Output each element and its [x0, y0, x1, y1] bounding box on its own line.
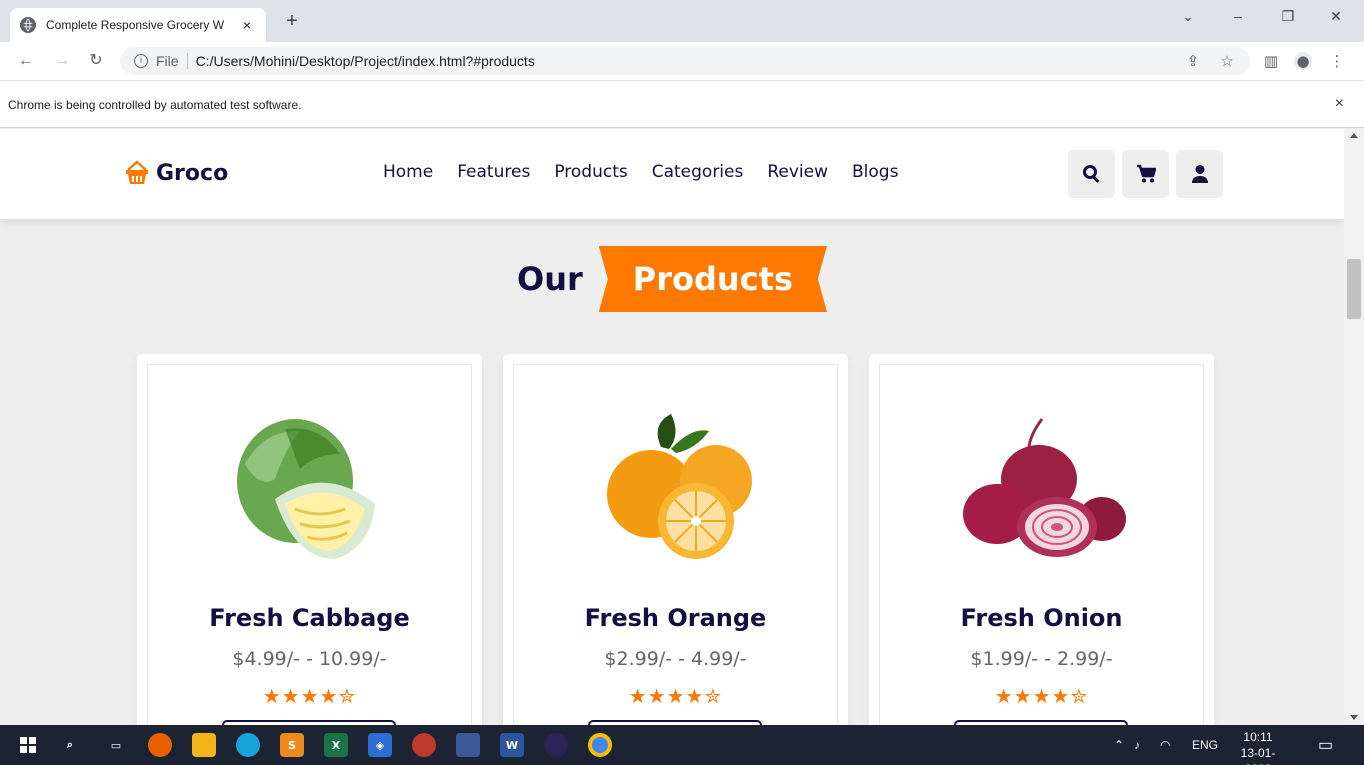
- nav-categories[interactable]: Categories: [652, 162, 744, 182]
- clock-time: 10:11: [1243, 730, 1273, 744]
- product-name: Fresh Onion: [960, 604, 1123, 632]
- tab-close-icon[interactable]: ×: [238, 17, 256, 33]
- product-card-orange: Fresh Orange $2.99/- - 4.99/- ★★★★✮: [503, 354, 848, 725]
- sublime-text-icon[interactable]: S: [280, 733, 304, 757]
- word-icon[interactable]: W: [500, 733, 524, 757]
- profile-icon[interactable]: ●: [1294, 52, 1312, 70]
- tray-overflow-icon[interactable]: ⌃: [1114, 738, 1124, 752]
- eclipse-icon[interactable]: [544, 733, 568, 757]
- search-button[interactable]: [1068, 150, 1115, 198]
- scroll-up-arrow-icon[interactable]: [1350, 133, 1358, 138]
- reload-icon[interactable]: ↻: [86, 51, 106, 71]
- omnibox-url[interactable]: C:/Users/Mohini/Desktop/Project/index.ht…: [196, 53, 535, 69]
- browser-toolbar: ← → ↻ i File C:/Users/Mohini/Desktop/Pro…: [0, 42, 1364, 80]
- task-view-icon[interactable]: ▭: [104, 733, 128, 757]
- tab-title: Complete Responsive Grocery W: [46, 18, 225, 32]
- nav-products[interactable]: Products: [554, 162, 627, 182]
- cart-button[interactable]: [1122, 150, 1169, 198]
- user-icon: [1191, 165, 1208, 183]
- menu-icon[interactable]: ⋮: [1328, 52, 1346, 70]
- page-scrollbar[interactable]: [1344, 129, 1364, 725]
- heading-badge: Products: [598, 246, 827, 312]
- firefox-icon[interactable]: [148, 733, 172, 757]
- automation-infobar: Chrome is being controlled by automated …: [0, 80, 1364, 128]
- product-price: $4.99/- - 10.99/-: [232, 648, 387, 670]
- app-red-icon[interactable]: [412, 733, 436, 757]
- product-name: Fresh Orange: [584, 604, 767, 632]
- onion-image: [962, 418, 1126, 557]
- browser-tab[interactable]: Complete Responsive Grocery W ×: [10, 8, 266, 42]
- product-card-onion: Fresh Onion $1.99/- - 2.99/- ★★★★✮: [869, 354, 1214, 725]
- orange-image: [606, 414, 752, 559]
- close-window-icon[interactable]: ✕: [1324, 8, 1348, 25]
- product-name: Fresh Cabbage: [209, 604, 410, 632]
- app-blue-icon[interactable]: [456, 733, 480, 757]
- cabbage-image: [236, 419, 375, 559]
- language-indicator[interactable]: ENG: [1192, 738, 1218, 752]
- nav-review[interactable]: Review: [767, 162, 828, 182]
- heading-badge-text: Products: [632, 260, 793, 298]
- notification-icon[interactable]: ▭: [1318, 735, 1333, 755]
- page-viewport: Groco Home Features Products Categories …: [0, 129, 1344, 725]
- search-icon: [1082, 165, 1099, 183]
- nav-features[interactable]: Features: [457, 162, 530, 182]
- section-heading: Our Products: [0, 246, 1344, 312]
- cart-icon: [1136, 164, 1156, 183]
- share-icon[interactable]: ⇪: [1184, 52, 1202, 70]
- nav-home[interactable]: Home: [383, 162, 433, 182]
- nav-blogs[interactable]: Blogs: [852, 162, 898, 182]
- site-header: Groco Home Features Products Categories …: [0, 129, 1344, 219]
- clock-date: 13-01-2023: [1240, 746, 1276, 765]
- user-button[interactable]: [1176, 150, 1223, 198]
- omnibox-divider: [186, 53, 188, 69]
- infobar-text: Chrome is being controlled by automated …: [8, 98, 302, 112]
- new-tab-button[interactable]: +: [280, 10, 304, 34]
- browser-tabstrip: Complete Responsive Grocery W × + ⌄ – ❐ …: [0, 0, 1364, 42]
- windows-taskbar: ⌕ ▭ S X ◈ W ⌃ ♪ ◠ ENG 10:11 13-01-2023 ▭: [0, 725, 1364, 765]
- excel-icon[interactable]: X: [324, 733, 348, 757]
- logo[interactable]: Groco: [124, 160, 228, 186]
- product-price: $2.99/- - 4.99/-: [604, 648, 747, 670]
- rating-stars: ★★★★✮: [994, 684, 1089, 708]
- wifi-icon[interactable]: ◠: [1160, 738, 1170, 752]
- logo-text: Groco: [156, 160, 229, 186]
- tab-search-icon[interactable]: ⌄: [1176, 8, 1200, 25]
- product-price: $1.99/- - 2.99/-: [970, 648, 1113, 670]
- omnibox-scheme: File: [156, 53, 179, 69]
- side-panel-icon[interactable]: ▥: [1262, 52, 1280, 70]
- file-explorer-icon[interactable]: [192, 733, 216, 757]
- globe-icon: [20, 17, 36, 33]
- restore-icon[interactable]: ❐: [1276, 8, 1300, 25]
- info-icon[interactable]: i: [134, 54, 148, 68]
- scroll-thumb[interactable]: [1347, 259, 1361, 319]
- minimize-icon[interactable]: –: [1226, 8, 1250, 24]
- header-icons: [1068, 150, 1230, 198]
- taskbar-clock[interactable]: 10:11 13-01-2023: [1228, 729, 1288, 765]
- basket-icon: [126, 160, 148, 184]
- defender-icon[interactable]: ◈: [368, 733, 392, 757]
- rating-stars: ★★★★✮: [262, 684, 357, 708]
- forward-icon[interactable]: →: [52, 51, 72, 71]
- rating-stars: ★★★★✮: [628, 684, 723, 708]
- edge-icon[interactable]: [236, 733, 260, 757]
- bookmark-star-icon[interactable]: ☆: [1218, 52, 1236, 70]
- windows-start-icon[interactable]: [16, 733, 40, 757]
- address-bar[interactable]: i File C:/Users/Mohini/Desktop/Project/i…: [120, 47, 1250, 75]
- product-card-cabbage: Fresh Cabbage $4.99/- - 10.99/- ★★★★✮: [137, 354, 482, 725]
- volume-icon[interactable]: ♪: [1134, 738, 1140, 752]
- main-nav: Home Features Products Categories Review…: [383, 162, 922, 182]
- scroll-down-arrow-icon[interactable]: [1350, 715, 1358, 720]
- heading-plain: Our: [517, 260, 583, 298]
- infobar-close-icon[interactable]: ×: [1335, 95, 1344, 113]
- search-icon[interactable]: ⌕: [58, 733, 82, 757]
- back-icon[interactable]: ←: [16, 51, 36, 71]
- chrome-icon[interactable]: [588, 733, 612, 757]
